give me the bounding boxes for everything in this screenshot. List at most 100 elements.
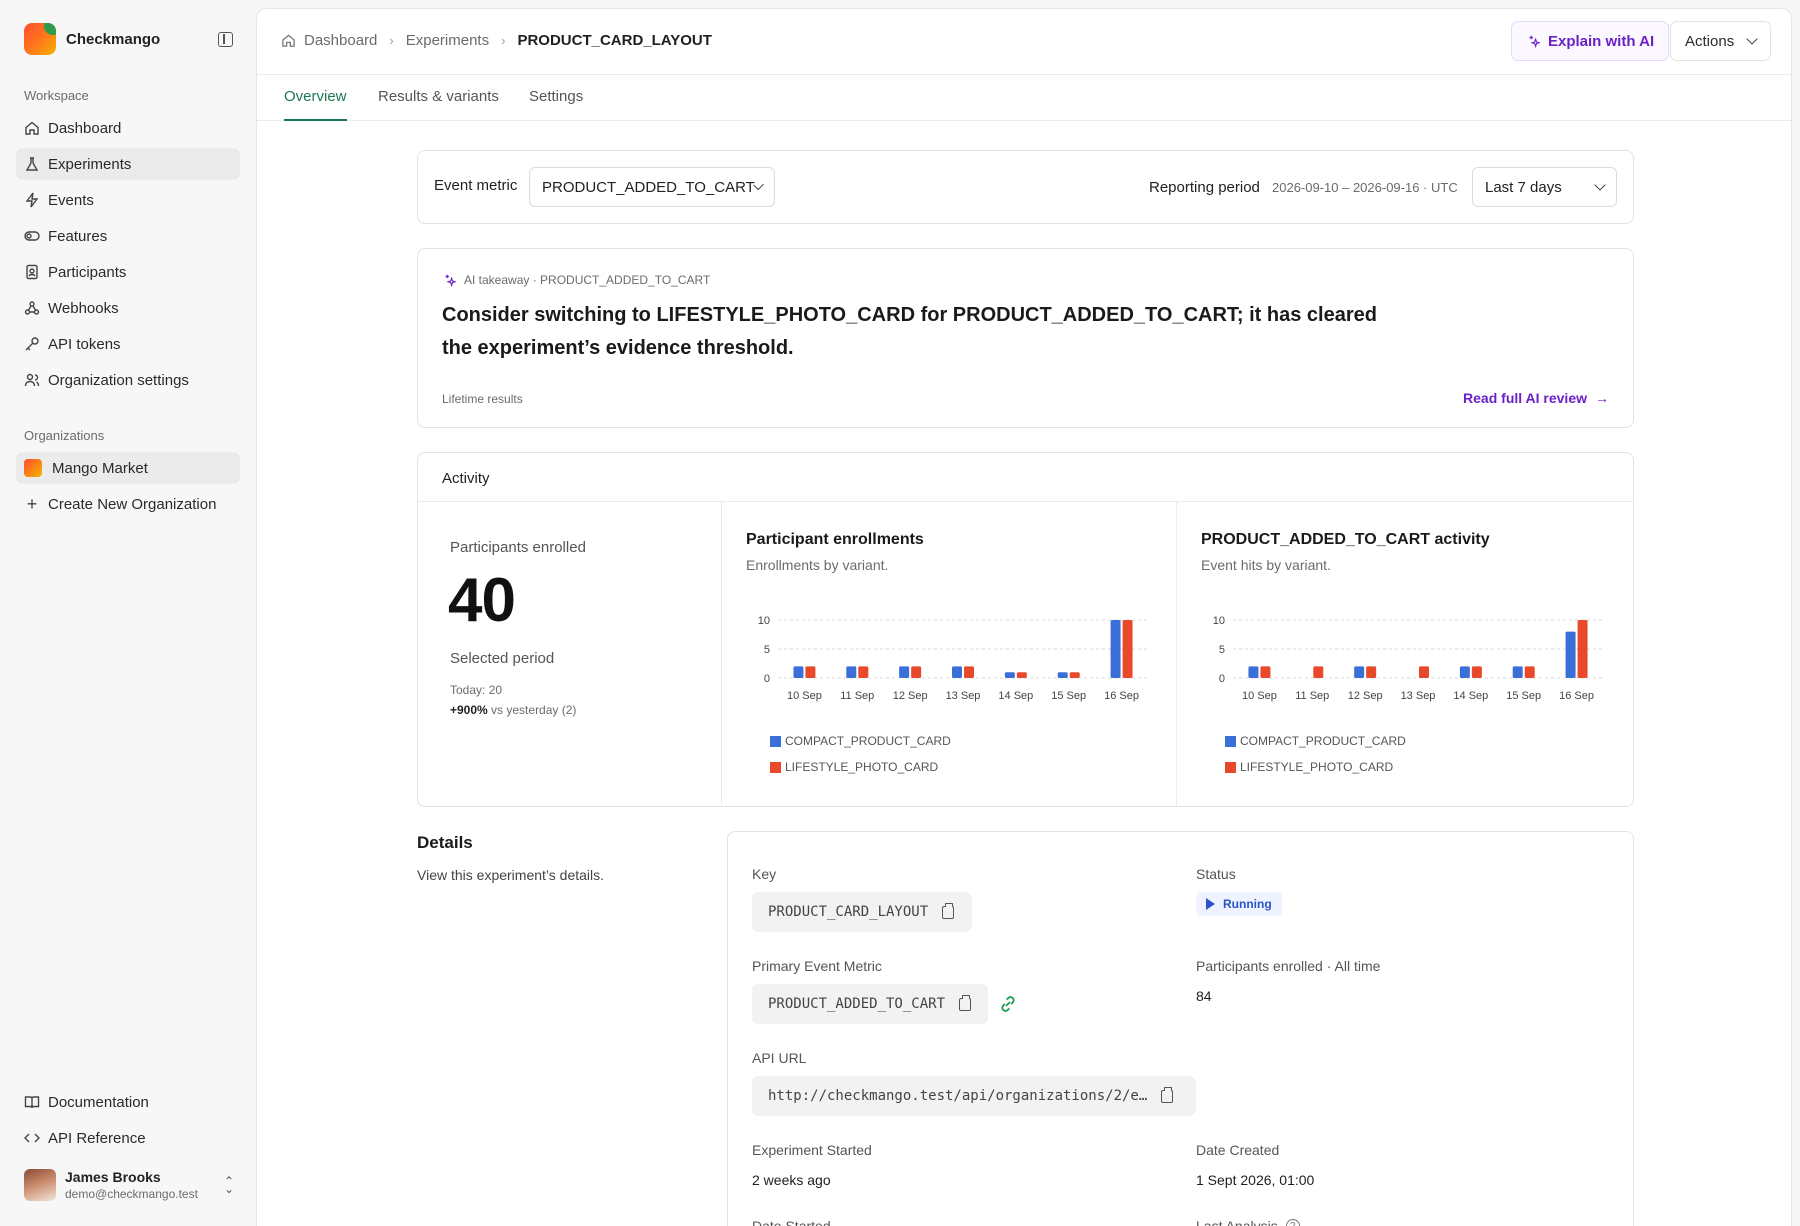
breadcrumb-dashboard[interactable]: Dashboard [304,32,377,49]
x-tick-label: 13 Sep [946,690,981,702]
y-tick-label: 0 [1219,673,1225,685]
arrow-right-icon: → [1595,390,1609,406]
chevron-down-icon [1746,33,1758,45]
legend-item: COMPACT_PRODUCT_CARD [770,734,951,748]
sidebar-item-api-tokens[interactable]: API tokens [16,328,240,360]
api-url-label: API URL [752,1050,807,1066]
sidebar-item-label: Features [48,227,108,245]
x-tick-label: 15 Sep [1051,690,1086,702]
reporting-range: 2026-09-10 – 2026-09-16 · UTC [1272,180,1458,195]
event-metric-select[interactable]: PRODUCT_ADDED_TO_CART [529,167,775,207]
api-reference-link[interactable]: API Reference [16,1122,240,1154]
actions-button[interactable]: Actions [1670,21,1772,61]
event-metric-value: PRODUCT_ADDED_TO_CART [542,178,755,196]
date-created-value: 1 Sept 2026, 01:00 [1196,1172,1315,1188]
brand[interactable]: Checkmango [24,23,160,55]
sidebar-item-dashboard[interactable]: Dashboard [16,112,240,144]
avatar [24,1169,56,1201]
reporting-period-label: Reporting period [1149,179,1260,196]
actions-label: Actions [1685,32,1735,50]
enrollments-chart: 0 5 10 10 Sep 11 Sep 12 Sep 13 Sep 14 Sep 15 Sep… [758,615,1148,702]
x-tick-label: 14 Sep [998,690,1033,702]
details-title: Details [417,833,473,852]
bar [1565,631,1576,678]
breadcrumb-experiments[interactable]: Experiments [406,32,489,49]
play-icon [1206,898,1215,910]
sidebar-toggle-icon[interactable] [218,32,233,47]
copy-icon[interactable] [959,994,972,1011]
legend-label: LIFESTYLE_PHOTO_CARD [1240,760,1394,774]
last-analysis-field: Last Analysis ? [1196,1218,1300,1226]
workspace-label: Workspace [24,88,89,103]
bar [1016,672,1027,678]
bar [911,666,922,678]
legend-swatch [1225,761,1236,773]
bar [1419,666,1429,678]
create-organization-button[interactable]: + Create New Organization [16,488,240,520]
legend-label: LIFESTYLE_PHOTO_CARD [785,760,939,774]
user-menu[interactable]: James Brooks demo@checkmango.test ⌃ ⌄ [24,1169,234,1201]
tab-results-variants[interactable]: Results & variants [378,88,499,119]
chart-title: Participant enrollments [746,531,924,548]
x-tick-label: 11 Sep [1295,690,1329,702]
x-tick-label: 10 Sep [1242,690,1277,702]
status-value: Running [1223,897,1272,911]
bar [793,666,804,678]
tab-settings[interactable]: Settings [529,88,583,119]
x-tick-label: 12 Sep [1348,690,1383,702]
copy-icon[interactable] [942,902,955,919]
x-tick-label: 16 Sep [1104,690,1139,702]
chevron-right-icon: › [389,33,394,48]
bar [964,666,974,678]
breadcrumb: Dashboard › Experiments › PRODUCT_CARD_L… [281,32,712,49]
copy-icon[interactable] [1161,1086,1174,1103]
sidebar-item-features[interactable]: Features [16,220,240,252]
x-tick-label: 14 Sep [1453,690,1488,702]
primary-metric-label: Primary Event Metric [752,958,882,974]
org-switcher-item[interactable]: Mango Market [16,452,240,484]
sidebar-item-label: Participants [48,263,127,281]
help-circle-icon[interactable]: ? [1285,1219,1300,1226]
chart-subtitle: Event hits by variant. [1201,557,1331,573]
bar [899,666,910,678]
bar [1069,672,1080,678]
bar [1459,666,1470,678]
sidebar-item-organization-settings[interactable]: Organization settings [16,364,240,396]
x-tick-label: 16 Sep [1559,690,1594,702]
y-tick-label: 10 [758,615,770,627]
sparkles-icon [1529,35,1540,48]
x-tick-label: 11 Sep [840,690,874,702]
topbar: Dashboard › Experiments › PRODUCT_CARD_L… [257,9,1791,75]
read-full-ai-review-link[interactable]: Read full AI review → [1463,390,1609,406]
ai-takeaway-line: Consider switching to LIFESTYLE_PHOTO_CA… [442,304,1377,326]
sidebar-item-experiments[interactable]: Experiments [16,148,240,180]
chart-title: PRODUCT_ADDED_TO_CART activity [1201,531,1490,548]
bar [1260,666,1271,678]
documentation-link[interactable]: Documentation [16,1086,240,1118]
tab-overview[interactable]: Overview [284,88,347,121]
date-created-label: Date Created [1196,1142,1280,1158]
event-activity-chart-panel: PRODUCT_ADDED_TO_CART activity Event hit… [1177,502,1634,807]
today-count: Today: 20 [450,683,503,697]
bar [1366,666,1377,678]
sidebar-item-events[interactable]: Events [16,184,240,216]
bar [952,666,962,678]
api-url-value: http://checkmango.test/api/organizations… [768,1088,1148,1104]
details-card: Key PRODUCT_CARD_LAYOUT Status Running P… [727,831,1634,1226]
create-organization-label: Create New Organization [48,495,217,513]
sidebar-item-participants[interactable]: Participants [16,256,240,288]
documentation-label: Documentation [48,1093,149,1111]
participants-enrolled-value: 40 [448,566,516,635]
change-vs-yesterday: +900% vs yesterday (2) [450,703,576,717]
legend-swatch [1225,735,1236,747]
explain-with-ai-button[interactable]: Explain with AI [1511,21,1670,61]
y-tick-label: 10 [1213,615,1225,627]
link-icon[interactable] [998,994,1018,1014]
legend-swatch [770,761,781,773]
main-panel: Dashboard › Experiments › PRODUCT_CARD_L… [256,8,1792,1226]
key-codebox: PRODUCT_CARD_LAYOUT [752,892,972,932]
sidebar-item-webhooks[interactable]: Webhooks [16,292,240,324]
sidebar-item-label: Webhooks [48,299,119,317]
period-select[interactable]: Last 7 days [1472,167,1617,207]
bar [1577,620,1588,678]
